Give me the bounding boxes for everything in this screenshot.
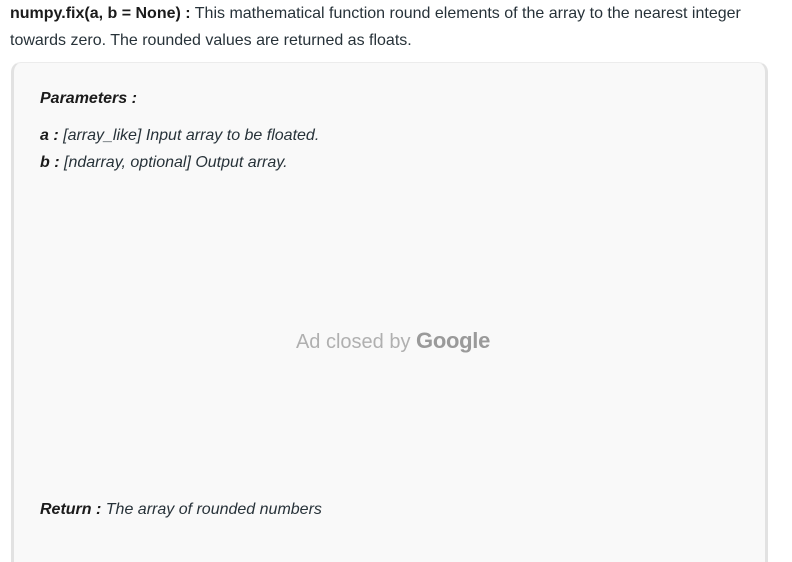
return-description: Return : The array of rounded numbers (40, 500, 322, 520)
ad-closed-text: Ad closed by (295, 331, 411, 353)
parameter-description: [ndarray, optional] Output array. (59, 154, 288, 171)
function-signature: numpy.fix(a, b = None) : (10, 5, 191, 22)
parameter-name: b : (40, 154, 60, 171)
return-label: Return : (40, 501, 102, 518)
parameter-item-a: a : [array_like] Input array to be float… (40, 126, 319, 146)
ad-closed-notice: Ad closed by Google (0, 327, 786, 356)
parameter-name: a : (40, 127, 59, 144)
parameter-description: [array_like] Input array to be floated. (58, 127, 320, 144)
function-description: numpy.fix(a, b = None) : This mathematic… (10, 0, 780, 54)
parameter-item-b: b : [ndarray, optional] Output array. (40, 153, 288, 173)
return-text: The array of rounded numbers (101, 501, 322, 518)
parameters-heading: Parameters : (40, 90, 137, 107)
google-logo: Google (416, 328, 491, 353)
